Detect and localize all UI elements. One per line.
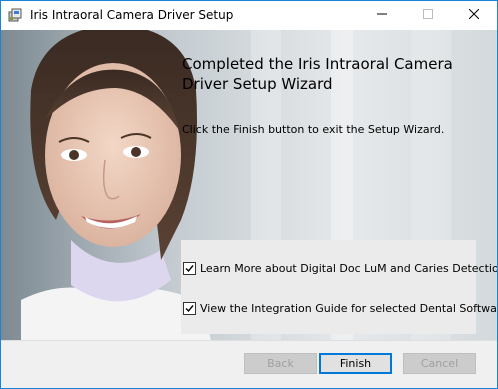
maximize-icon bbox=[423, 9, 433, 22]
minimize-icon bbox=[377, 9, 387, 22]
back-button[interactable]: Back bbox=[244, 353, 317, 374]
installer-icon bbox=[8, 7, 24, 23]
learn-more-label: Learn More about Digital Doc LuM and Car… bbox=[200, 261, 497, 275]
integration-guide-checkbox[interactable] bbox=[183, 301, 196, 315]
integration-guide-option[interactable]: View the Integration Guide for selected … bbox=[183, 300, 497, 316]
close-icon bbox=[468, 8, 480, 22]
finish-button[interactable]: Finish bbox=[319, 353, 392, 374]
wizard-instruction: Click the Finish button to exit the Setu… bbox=[182, 123, 445, 136]
integration-guide-label: View the Integration Guide for selected … bbox=[200, 301, 497, 315]
checkmark-icon bbox=[185, 304, 194, 312]
learn-more-option[interactable]: Learn More about Digital Doc LuM and Car… bbox=[183, 260, 497, 276]
checkmark-icon bbox=[185, 264, 194, 272]
learn-more-checkbox[interactable] bbox=[183, 261, 196, 275]
options-box: Learn More about Digital Doc LuM and Car… bbox=[181, 240, 497, 334]
wizard-heading: Completed the Iris Intraoral Camera Driv… bbox=[182, 55, 453, 93]
window-title: Iris Intraoral Camera Driver Setup bbox=[30, 8, 234, 22]
wizard-panel: Completed the Iris Intraoral Camera Driv… bbox=[1, 30, 497, 340]
cancel-button[interactable]: Cancel bbox=[403, 353, 476, 374]
close-button[interactable] bbox=[451, 1, 497, 30]
button-bar: Back Finish Cancel bbox=[1, 340, 497, 388]
title-bar[interactable]: Iris Intraoral Camera Driver Setup bbox=[1, 1, 497, 30]
setup-window: Iris Intraoral Camera Driver Setup Compl… bbox=[0, 0, 498, 389]
maximize-button[interactable] bbox=[405, 1, 451, 30]
minimize-button[interactable] bbox=[359, 1, 405, 30]
